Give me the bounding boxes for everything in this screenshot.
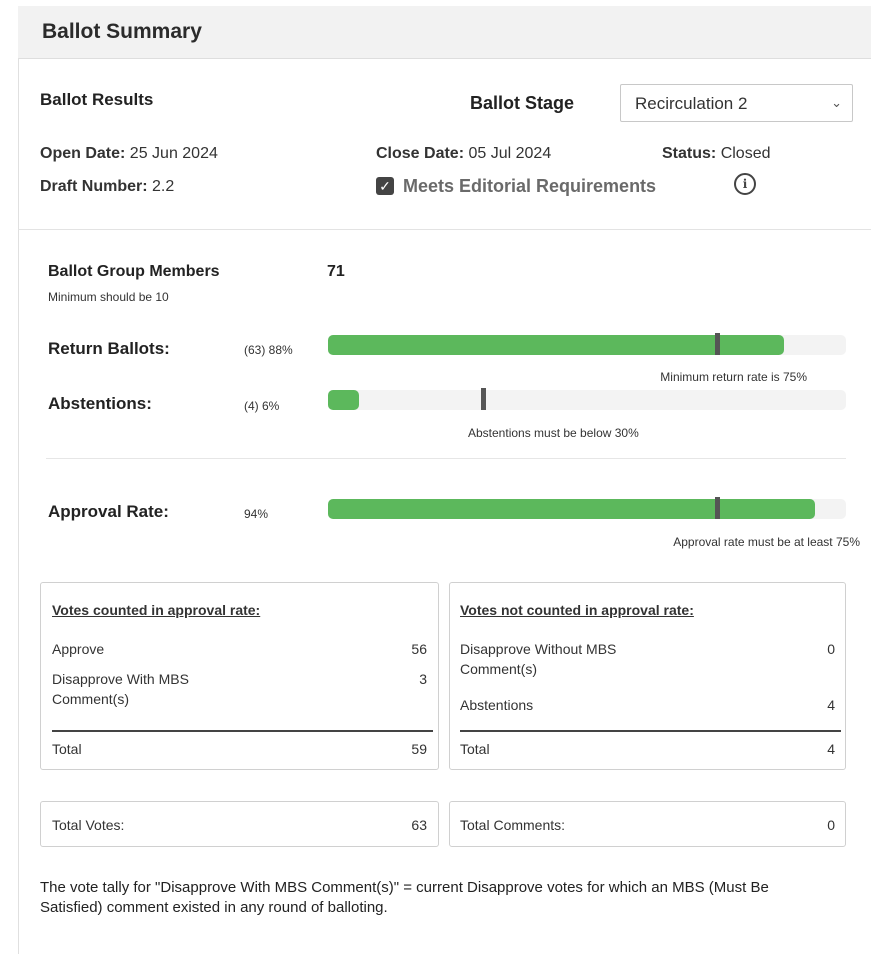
counted-row-disapprove-mbs-value: 3 <box>419 671 427 687</box>
open-date-label: Open Date: <box>40 145 126 162</box>
approval-rate-note: Approval rate must be at least 75% <box>673 535 860 549</box>
draft-number: Draft Number: 2.2 <box>40 178 174 196</box>
not-counted-row-disapprove-label: Disapprove Without MBS Comment(s) <box>460 641 617 677</box>
total-comments-label: Total Comments: <box>460 817 566 833</box>
section-divider <box>18 229 871 230</box>
counted-total-rule <box>52 730 433 732</box>
ballot-stage-select[interactable]: Recirculation 2 ⌄ <box>620 84 853 122</box>
approval-rate-fill <box>328 499 815 519</box>
not-counted-total-label: Total <box>460 741 490 757</box>
approval-rate-threshold-marker <box>715 497 720 519</box>
counted-row-disapprove-mbs-label: Disapprove With MBS Comment(s) <box>52 671 189 707</box>
abstentions-value: (4) 6% <box>244 399 280 413</box>
return-ballots-value: (63) 88% <box>244 343 293 357</box>
panel-left-border <box>18 58 19 954</box>
total-votes-label: Total Votes: <box>52 817 125 833</box>
not-counted-total-value: 4 <box>827 741 835 757</box>
return-ballots-threshold-marker <box>715 333 720 355</box>
not-counted-row-abstentions-value: 4 <box>827 697 835 713</box>
abstentions-threshold-marker <box>481 388 486 410</box>
draft-number-label: Draft Number: <box>40 178 148 195</box>
checkmark-icon: ✓ <box>379 178 391 194</box>
approval-rate-value: 94% <box>244 507 269 521</box>
status: Status: Closed <box>662 145 771 163</box>
votes-not-counted-title: Votes not counted in approval rate: <box>460 602 694 618</box>
members-minimum-note: Minimum should be 10 <box>48 290 169 304</box>
total-votes-value: 63 <box>411 817 427 833</box>
not-counted-total-rule <box>460 730 841 732</box>
members-label: Ballot Group Members <box>48 263 220 280</box>
open-date: Open Date: 25 Jun 2024 <box>40 145 218 163</box>
bars-divider <box>46 458 846 459</box>
ballot-stage-value: Recirculation 2 <box>635 94 748 113</box>
total-comments-box: Total Comments: 0 <box>449 801 846 847</box>
close-date-value: 05 Jul 2024 <box>468 145 552 162</box>
votes-counted-box: Votes counted in approval rate: Approve … <box>40 582 439 770</box>
editorial-checkbox[interactable]: ✓ <box>376 177 394 195</box>
abstentions-bar <box>328 388 846 410</box>
return-ballots-note: Minimum return rate is 75% <box>660 370 807 384</box>
counted-total-value: 59 <box>411 741 427 757</box>
panel-title: Ballot Summary <box>42 20 202 43</box>
status-label: Status: <box>662 145 717 162</box>
abstentions-note: Abstentions must be below 30% <box>468 426 639 440</box>
ballot-stage-label: Ballot Stage <box>470 93 575 113</box>
ballot-results-heading: Ballot Results <box>40 90 154 109</box>
draft-number-value: 2.2 <box>152 178 175 195</box>
members-count: 71 <box>327 263 345 280</box>
approval-rate-label: Approval Rate: <box>48 502 169 521</box>
abstentions-label: Abstentions: <box>48 394 152 413</box>
total-comments-value: 0 <box>827 817 835 833</box>
info-icon[interactable]: i <box>734 173 756 195</box>
not-counted-row-disapprove-value: 0 <box>827 641 835 657</box>
votes-not-counted-box: Votes not counted in approval rate: Disa… <box>449 582 846 770</box>
chevron-down-icon: ⌄ <box>831 95 842 110</box>
meets-editorial-label: Meets Editorial Requirements <box>403 176 657 196</box>
counted-total-label: Total <box>52 741 82 757</box>
total-votes-box: Total Votes: 63 <box>40 801 439 847</box>
return-ballots-bar <box>328 333 846 355</box>
not-counted-row-abstentions-label: Abstentions <box>460 697 534 713</box>
status-value: Closed <box>720 145 771 162</box>
counted-row-approve-value: 56 <box>411 641 427 657</box>
footnote: The vote tally for "Disapprove With MBS … <box>40 879 769 916</box>
counted-row-approve-label: Approve <box>52 641 105 657</box>
close-date-label: Close Date: <box>376 145 465 162</box>
close-date: Close Date: 05 Jul 2024 <box>376 145 551 163</box>
votes-counted-title: Votes counted in approval rate: <box>52 602 261 618</box>
approval-rate-bar <box>328 497 846 519</box>
open-date-value: 25 Jun 2024 <box>129 145 218 162</box>
return-ballots-label: Return Ballots: <box>48 339 170 358</box>
abstentions-fill <box>328 390 359 410</box>
